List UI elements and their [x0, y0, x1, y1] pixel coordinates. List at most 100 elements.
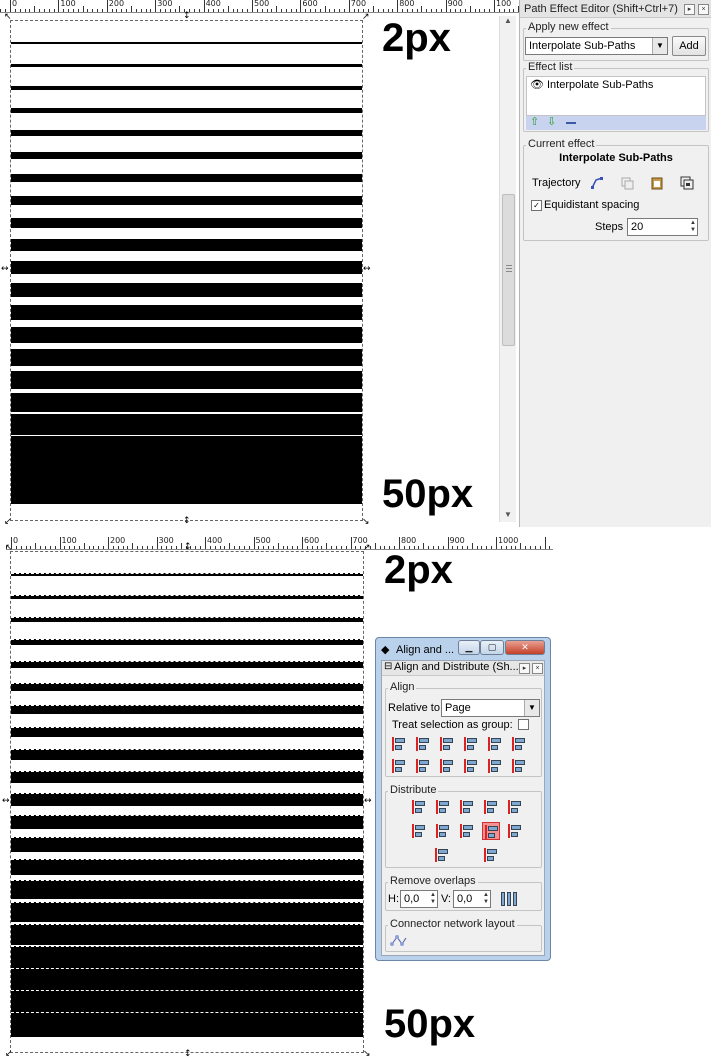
interpolated-stripe[interactable]	[11, 261, 362, 274]
panel-minimize-button[interactable]: ▸	[519, 663, 530, 674]
handle-mid-right-icon[interactable]: ↔	[364, 797, 372, 806]
interpolated-stripe[interactable]	[11, 305, 362, 320]
interpolated-stripe[interactable]	[11, 370, 362, 389]
interpolated-stripe[interactable]	[11, 990, 363, 1014]
eye-icon[interactable]: 👁	[530, 78, 544, 91]
interpolated-stripe[interactable]	[11, 1012, 363, 1037]
move-down-icon[interactable]: ⇩	[547, 116, 556, 129]
distribute-baseline-icon[interactable]	[506, 798, 524, 816]
interpolated-stripe[interactable]	[11, 946, 363, 968]
handle-bottom-left-icon[interactable]: ↙	[4, 518, 12, 527]
spin-up-icon[interactable]: ▲	[430, 892, 436, 899]
chevron-down-icon[interactable]: ▼	[524, 700, 539, 716]
copy-path-icon[interactable]	[620, 176, 634, 190]
center-vertical-axis-icon[interactable]	[438, 735, 456, 753]
interpolated-stripe[interactable]	[11, 792, 363, 807]
interpolated-stripe[interactable]	[11, 595, 363, 599]
interpolated-stripe[interactable]	[11, 64, 362, 67]
align-bottom-to-top-icon[interactable]	[390, 757, 408, 775]
interpolated-stripe[interactable]	[11, 480, 362, 504]
randomize-positions-icon[interactable]	[433, 846, 451, 864]
distribute-centers-vertical-icon[interactable]	[434, 822, 452, 840]
bottom-horizontal-ruler[interactable]: 0 100 200 300 400 500 600 700 800 900 1000	[6, 537, 553, 550]
align-right-edges-icon[interactable]	[462, 735, 480, 753]
v-spinbox[interactable]: 0,0 ▲ ▼	[453, 890, 491, 908]
chevron-down-icon[interactable]: ▼	[652, 38, 667, 54]
window-close-button[interactable]: ✕	[505, 640, 545, 655]
interpolated-stripe[interactable]	[11, 748, 363, 761]
dock-minimize-button[interactable]: ▸	[684, 4, 695, 15]
interpolated-stripe[interactable]	[11, 880, 363, 899]
handle-top-center-icon[interactable]: ↕	[183, 12, 191, 21]
edit-on-canvas-icon[interactable]	[590, 176, 604, 190]
unclump-objects-icon[interactable]	[482, 846, 500, 864]
treat-as-group-checkbox[interactable]	[518, 719, 529, 730]
interpolated-stripe[interactable]	[11, 392, 362, 412]
scroll-down-icon[interactable]: ▼	[504, 510, 512, 519]
effect-type-select[interactable]: Interpolate Sub-Paths ▼	[525, 37, 668, 55]
interpolated-stripe[interactable]	[11, 639, 363, 645]
interpolated-stripe[interactable]	[11, 458, 362, 481]
add-effect-button[interactable]: Add	[672, 36, 706, 56]
distribute-gaps-vertical-icon[interactable]	[482, 822, 500, 840]
handle-bottom-left-icon[interactable]: ↙	[5, 1050, 13, 1059]
interpolated-stripe[interactable]	[11, 661, 363, 668]
equidistant-spacing-checkbox[interactable]: ✓	[531, 200, 542, 211]
handle-bottom-right-icon[interactable]: ↘	[363, 1050, 371, 1059]
effect-list[interactable]: 👁 Interpolate Sub-Paths	[526, 76, 706, 116]
handle-bottom-center-icon[interactable]: ↕	[183, 517, 191, 526]
effect-list-item[interactable]: 👁 Interpolate Sub-Paths	[527, 77, 705, 94]
interpolated-stripe[interactable]	[11, 130, 362, 136]
handle-top-left-icon[interactable]: ↖	[5, 544, 13, 553]
handle-mid-right-icon[interactable]: ↔	[363, 265, 371, 274]
handle-bottom-right-icon[interactable]: ↘	[362, 518, 370, 527]
interpolated-stripe[interactable]	[11, 573, 363, 576]
interpolated-stripe[interactable]	[11, 151, 362, 159]
distribute-bottom-edges-icon[interactable]	[458, 822, 476, 840]
align-left-edges-icon[interactable]	[414, 735, 432, 753]
align-baseline-icon[interactable]	[510, 735, 528, 753]
spin-up-icon[interactable]: ▲	[690, 220, 696, 227]
center-horizontal-axis-icon[interactable]	[438, 757, 456, 775]
distribute-text-baseline-icon[interactable]	[506, 822, 524, 840]
interpolated-stripe[interactable]	[11, 924, 363, 945]
interpolated-stripe[interactable]	[11, 617, 363, 622]
interpolated-stripe[interactable]	[11, 348, 362, 366]
remove-effect-icon[interactable]	[566, 122, 576, 124]
spin-down-icon[interactable]: ▼	[690, 227, 696, 234]
interpolated-stripe[interactable]	[11, 239, 362, 251]
handle-bottom-center-icon[interactable]: ↕	[184, 1050, 192, 1059]
distribute-top-edges-icon[interactable]	[410, 822, 428, 840]
scrollbar-thumb[interactable]	[502, 194, 515, 346]
distribute-centers-horizontal-icon[interactable]	[434, 798, 452, 816]
interpolated-stripe[interactable]	[11, 683, 363, 691]
align-top-edges-icon[interactable]	[414, 757, 432, 775]
interpolated-stripe[interactable]	[11, 814, 363, 830]
interpolated-stripe[interactable]	[11, 217, 362, 228]
handle-top-center-icon[interactable]: ↕	[184, 543, 192, 552]
interpolated-stripe[interactable]	[11, 173, 362, 182]
align-top-to-bottom-icon[interactable]	[486, 757, 504, 775]
dock-close-button[interactable]: ×	[698, 4, 709, 15]
distribute-left-edges-icon[interactable]	[410, 798, 428, 816]
window-minimize-button[interactable]: ▁	[458, 640, 480, 655]
move-up-icon[interactable]: ⇧	[530, 116, 539, 129]
spin-up-icon[interactable]: ▲	[483, 892, 489, 899]
handle-top-right-icon[interactable]: ↗	[363, 544, 371, 553]
interpolated-stripe[interactable]	[11, 726, 363, 737]
panel-close-button[interactable]: ×	[532, 663, 543, 674]
spin-down-icon[interactable]: ▼	[430, 899, 436, 906]
interpolated-stripe[interactable]	[11, 902, 363, 922]
align-bottom-edges-icon[interactable]	[462, 757, 480, 775]
connector-layout-icon[interactable]	[390, 932, 408, 950]
align-text-baseline-icon[interactable]	[510, 757, 528, 775]
align-left-to-right-icon[interactable]	[486, 735, 504, 753]
relative-to-select[interactable]: Page ▼	[441, 699, 540, 717]
interpolated-stripe[interactable]	[11, 86, 362, 90]
top-horizontal-ruler[interactable]: 0 100 200 300 400 500 600 700 800 900 100	[0, 0, 519, 13]
interpolated-stripe[interactable]	[11, 858, 363, 876]
interpolated-stripe[interactable]	[11, 770, 363, 784]
handle-mid-left-icon[interactable]: ↔	[1, 265, 9, 274]
paste-path-icon[interactable]	[650, 176, 664, 190]
interpolated-stripe[interactable]	[11, 836, 363, 853]
